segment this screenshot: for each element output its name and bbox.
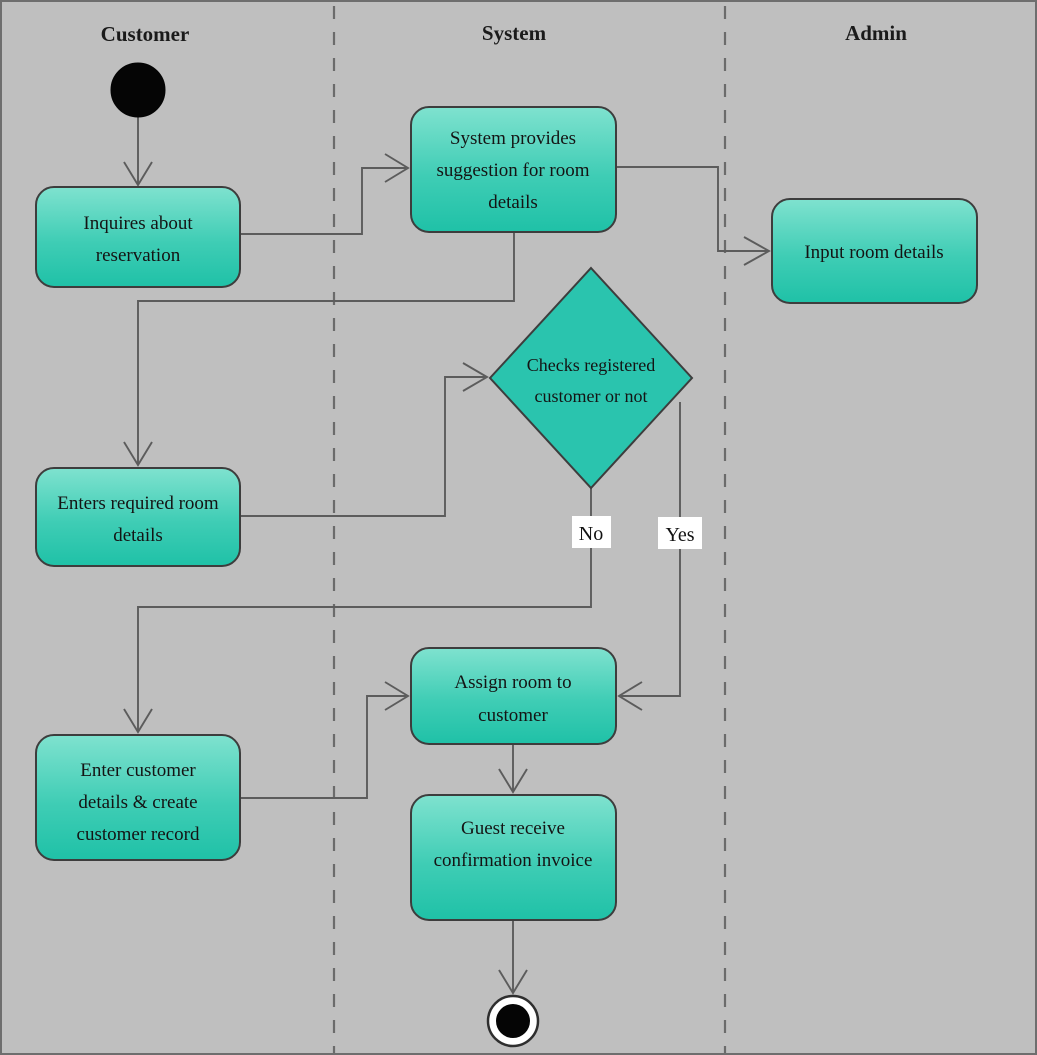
lane-title-admin: Admin bbox=[845, 21, 907, 45]
decision-label-line: Checks registered bbox=[527, 355, 655, 375]
guard-no: No bbox=[572, 516, 611, 548]
decision-node-checks-registered-customer[interactable]: Checks registered customer or not bbox=[488, 266, 694, 490]
diagram-svg: Customer System Admin Inquires about res… bbox=[35, 6, 978, 1053]
action-label-line: suggestion for room bbox=[436, 160, 589, 181]
edge-invoice-to-end bbox=[498, 920, 528, 995]
edge-enter-customer-to-assign bbox=[240, 681, 410, 799]
action-node-assign-room-to-customer[interactable]: Assign room to customer bbox=[410, 647, 617, 745]
final-node bbox=[486, 994, 540, 1048]
action-label-line: details & create bbox=[78, 792, 197, 813]
action-node-input-room-details[interactable]: Input room details bbox=[771, 198, 978, 304]
activity-diagram-canvas: Customer System Admin Inquires about res… bbox=[0, 0, 1037, 1055]
guard-yes-label: Yes bbox=[665, 524, 694, 546]
edge-suggestion-to-input-room bbox=[616, 166, 771, 266]
action-label-line: confirmation invoice bbox=[434, 850, 593, 871]
lane-title-system: System bbox=[482, 21, 547, 45]
guard-no-label: No bbox=[579, 523, 603, 545]
action-label-line: details bbox=[113, 525, 163, 546]
edge-assign-to-invoice bbox=[498, 744, 528, 794]
action-node-enter-customer-details[interactable]: Enter customer details & create customer… bbox=[35, 734, 241, 861]
action-label-line: Guest receive bbox=[461, 818, 565, 839]
action-node-enters-required-room-details[interactable]: Enters required room details bbox=[35, 467, 241, 567]
initial-node bbox=[110, 62, 166, 118]
action-label-line: Enters required room bbox=[57, 493, 219, 514]
action-label-line: System provides bbox=[450, 128, 576, 149]
lane-title-customer: Customer bbox=[101, 22, 190, 46]
edge-inquires-to-suggestion bbox=[240, 153, 410, 235]
edge-enters-room-to-decision bbox=[240, 362, 489, 517]
action-label-line: reservation bbox=[96, 245, 181, 266]
action-node-inquires-about-reservation[interactable]: Inquires about reservation bbox=[35, 186, 241, 288]
decision-label-line: customer or not bbox=[535, 386, 648, 406]
action-node-system-provides-suggestion[interactable]: System provides suggestion for room deta… bbox=[410, 106, 617, 233]
action-node-guest-receive-confirmation-invoice[interactable]: Guest receive confirmation invoice bbox=[410, 794, 617, 921]
edge-start-to-inquires bbox=[123, 117, 153, 187]
action-label-line: customer record bbox=[77, 824, 200, 845]
action-label-line: Assign room to bbox=[454, 672, 571, 693]
guard-yes: Yes bbox=[658, 517, 702, 549]
action-label-line: customer bbox=[478, 705, 548, 726]
lane-titles: Customer System Admin bbox=[101, 21, 908, 46]
action-label-line: Input room details bbox=[804, 242, 943, 263]
action-label-line: Inquires about bbox=[83, 213, 193, 234]
action-label-line: Enter customer bbox=[80, 760, 196, 781]
action-label-line: details bbox=[488, 192, 538, 213]
